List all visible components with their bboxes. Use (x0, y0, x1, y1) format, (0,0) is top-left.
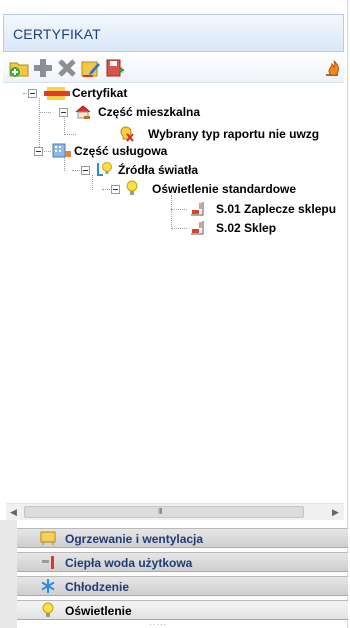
snowflake-icon (41, 579, 55, 593)
nav-heating-ventilation[interactable]: Ogrzewanie i wentylacja (17, 528, 348, 548)
horizontal-scrollbar[interactable]: ◀ III ▶ (6, 503, 344, 520)
splitter-grip[interactable]: ····· (149, 620, 167, 628)
scroll-right-arrow-icon[interactable]: ▶ (332, 507, 339, 518)
building-icon (52, 143, 71, 158)
add-folder-icon[interactable] (9, 58, 29, 78)
fire-icon[interactable] (324, 58, 344, 78)
faucet-icon (42, 556, 54, 569)
tree-node-standard-lighting[interactable]: Oświetlenie standardowe (152, 180, 296, 198)
nav-hot-water[interactable]: Ciepła woda użytkowa (17, 552, 348, 572)
warning-icon (120, 126, 134, 142)
nav-left-strip (0, 520, 17, 628)
scrollbar-thumb[interactable]: III (24, 506, 304, 518)
light-sources-icon (97, 162, 112, 176)
scrollbar-grip: III (158, 507, 163, 516)
tree-node-light-sources[interactable]: Źródła światła (118, 161, 198, 179)
toolbar (3, 53, 344, 83)
collapse-toggle[interactable] (111, 185, 120, 194)
nav-lighting[interactable]: Oświetlenie (17, 600, 348, 620)
tree-node-residential[interactable]: Część mieszkalna (98, 103, 200, 121)
certificate-panel: CERTYFIKAT Certyfikat Część mieszkalna W… (0, 0, 348, 628)
save-icon[interactable] (105, 58, 125, 78)
certificate-tree: Certyfikat Część mieszkalna Wybrany typ … (6, 84, 344, 478)
tree-node-room-s02[interactable]: S.02 Sklep (216, 219, 276, 237)
nav-lighting-label: Oświetlenie (65, 604, 132, 618)
delete-x-icon[interactable] (57, 58, 77, 78)
room-icon (191, 202, 204, 216)
plus-icon[interactable] (33, 58, 53, 78)
certificate-icon (44, 87, 70, 100)
house-icon (75, 105, 91, 119)
nav-hot-water-label: Ciepła woda użytkowa (65, 556, 193, 570)
bulb-icon (126, 180, 138, 195)
tree-node-room-s01[interactable]: S.01 Zaplecze sklepu (216, 200, 336, 218)
tree-node-certyfikat[interactable]: Certyfikat (72, 84, 127, 102)
tree-node-service[interactable]: Część usługowa (74, 142, 167, 160)
bulb-icon (42, 602, 54, 617)
panel-title-bar: CERTYFIKAT (3, 14, 344, 52)
edit-icon[interactable] (81, 58, 101, 78)
collapse-toggle[interactable] (34, 147, 43, 156)
nav-cooling[interactable]: Chłodzenie (17, 576, 348, 596)
nav-cooling-label: Chłodzenie (65, 580, 130, 594)
nav-heating-label: Ogrzewanie i wentylacja (65, 532, 204, 546)
heating-icon (40, 531, 56, 545)
panel-title: CERTYFIKAT (13, 26, 101, 42)
collapse-toggle[interactable] (81, 166, 90, 175)
collapse-toggle[interactable] (28, 89, 37, 98)
scroll-left-arrow-icon[interactable]: ◀ (10, 507, 17, 518)
collapse-toggle[interactable] (59, 108, 68, 117)
room-icon (191, 221, 204, 235)
tree-node-warning[interactable]: Wybrany typ raportu nie uwzg (148, 125, 319, 143)
